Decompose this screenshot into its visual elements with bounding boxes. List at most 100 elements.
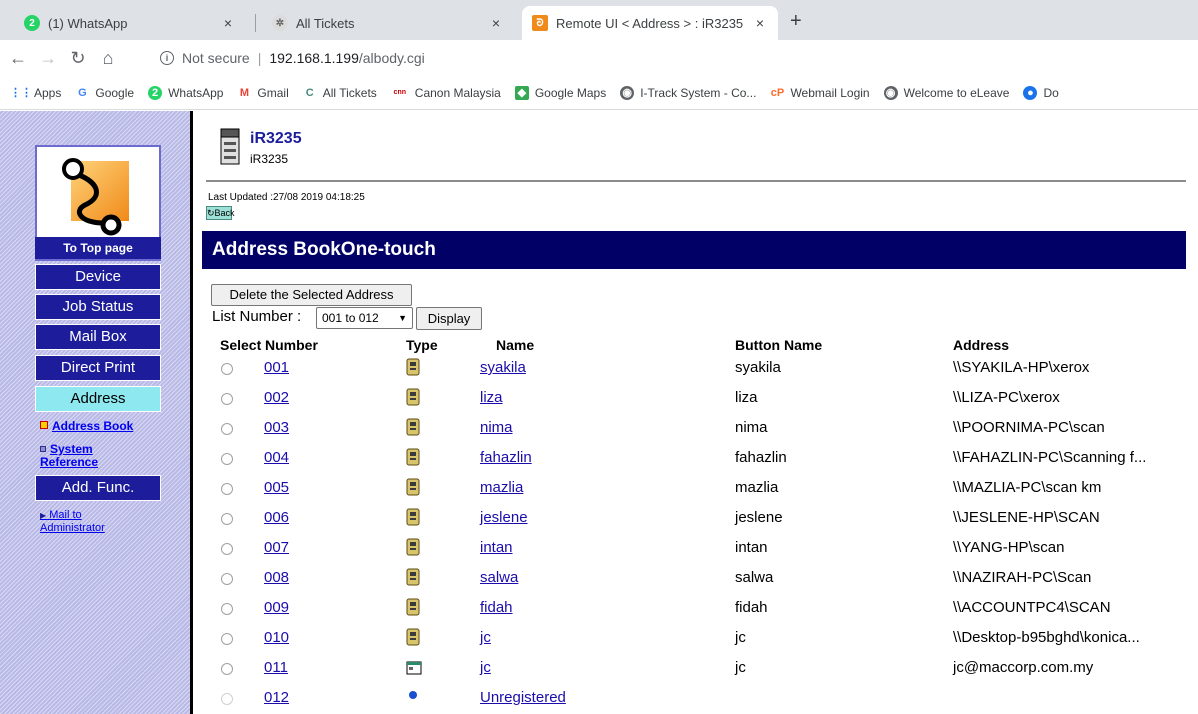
select-radio[interactable] <box>221 393 233 405</box>
tab-all-tickets[interactable]: ✲ All Tickets × <box>262 6 514 40</box>
bookmark-do[interactable]: ● Do <box>1023 85 1059 100</box>
select-radio[interactable] <box>221 633 233 645</box>
table-row: 001 syakila syakila \\SYAKILA-HP\xerox <box>0 353 1198 383</box>
nav-mail-box-button[interactable]: Mail Box <box>35 324 161 350</box>
select-radio[interactable] <box>221 603 233 615</box>
table-row: 009 fidah fidah \\ACCOUNTPC4\SCAN <box>0 593 1198 623</box>
select-radio[interactable] <box>221 663 233 675</box>
number-link[interactable]: 010 <box>264 629 289 646</box>
number-link[interactable]: 011 <box>264 659 288 676</box>
bookmark-whatsapp[interactable]: 2 WhatsApp <box>148 85 224 100</box>
close-icon[interactable]: × <box>752 15 768 31</box>
button-name-cell: liza <box>735 389 758 406</box>
name-link[interactable]: jeslene <box>480 509 528 526</box>
bookmark-all-tickets[interactable]: C All Tickets <box>303 86 377 100</box>
cable-plug-icon <box>62 158 122 236</box>
number-link[interactable]: 009 <box>264 599 289 616</box>
new-tab-button[interactable]: + <box>790 10 802 33</box>
name-link[interactable]: intan <box>480 539 513 556</box>
tab-whatsapp[interactable]: 2 (1) WhatsApp × <box>14 6 246 40</box>
tab-remote-ui[interactable]: ᘐ Remote UI < Address > : iR3235 × <box>522 6 778 40</box>
select-radio[interactable] <box>221 363 233 375</box>
table-row: 011 jc jc jc@maccorp.com.my <box>0 653 1198 683</box>
bookmark-gmail[interactable]: M Gmail <box>237 86 289 100</box>
bookmark-apps[interactable]: ⋮⋮ Apps <box>10 85 62 100</box>
select-radio[interactable] <box>221 453 233 465</box>
table-row: 004 fahazlin fahazlin \\FAHAZLIN-PC\Scannin… <box>0 443 1198 473</box>
display-button[interactable]: Display <box>416 307 482 330</box>
number-link[interactable]: 001 <box>264 359 289 376</box>
bookmark-label: Do <box>1043 85 1059 100</box>
number-link[interactable]: 005 <box>264 479 289 496</box>
number-link[interactable]: 012 <box>264 689 289 706</box>
bookmark-label: WhatsApp <box>168 85 224 100</box>
bookmark-eleave[interactable]: ◉ Welcome to eLeave <box>883 85 1009 100</box>
apps-grid-icon: ⋮⋮ <box>10 87 32 99</box>
name-link[interactable]: liza <box>480 389 503 406</box>
bookmark-webmail[interactable]: cP Webmail Login <box>770 86 870 100</box>
bookmark-label: Canon Malaysia <box>414 85 501 100</box>
nav-device-button[interactable]: Device <box>35 264 161 290</box>
name-link[interactable]: jc <box>480 659 491 676</box>
globe-icon: ◉ <box>883 85 898 100</box>
name-link[interactable]: mazlia <box>480 479 523 496</box>
name-link[interactable]: salwa <box>480 569 518 586</box>
security-label: Not secure <box>182 50 250 66</box>
forward-arrow-icon[interactable]: → <box>36 48 60 69</box>
name-link[interactable]: jc <box>480 629 491 646</box>
close-icon[interactable]: × <box>220 15 236 31</box>
file-server-icon <box>406 358 420 376</box>
home-icon[interactable]: ⌂ <box>96 48 120 69</box>
button-name-cell: jeslene <box>735 509 783 526</box>
select-value: 001 to 012 <box>322 311 379 325</box>
number-link[interactable]: 008 <box>264 569 289 586</box>
file-server-icon <box>406 418 420 436</box>
name-link[interactable]: syakila <box>480 359 526 376</box>
google-icon: G <box>78 86 87 99</box>
list-number-select[interactable]: 001 to 012 ▼ <box>316 307 413 329</box>
table-row: 003 nima nima \\POORNIMA-PC\scan <box>0 413 1198 443</box>
last-updated: Last Updated :27/08 2019 04:18:25 <box>208 192 365 203</box>
address-cell: \\MAZLIA-PC\scan km <box>953 479 1102 496</box>
button-name-cell: intan <box>735 539 768 556</box>
bookmark-canon[interactable]: cnn Canon Malaysia <box>391 86 501 100</box>
number-link[interactable]: 004 <box>264 449 289 466</box>
close-icon[interactable]: × <box>488 15 504 31</box>
device-subtitle: iR3235 <box>250 152 289 166</box>
address-cell: \\LIZA-PC\xerox <box>953 389 1060 406</box>
address-bar[interactable]: i Not secure | 192.168.1.199/albody.cgi <box>160 44 425 72</box>
reload-icon[interactable]: ↻ <box>66 48 90 69</box>
back-arrow-icon[interactable]: ← <box>6 48 30 69</box>
name-link[interactable]: nima <box>480 419 513 436</box>
back-button[interactable]: ↻Back <box>206 206 235 220</box>
address-cell: \\POORNIMA-PC\scan <box>953 419 1105 436</box>
number-link[interactable]: 006 <box>264 509 289 526</box>
device-title: iR3235 <box>250 130 302 147</box>
file-server-icon <box>406 508 420 526</box>
bookmark-label: Apps <box>34 85 62 100</box>
info-icon[interactable]: i <box>160 51 174 65</box>
select-radio[interactable] <box>221 483 233 495</box>
table-row: 002 liza liza \\LIZA-PC\xerox <box>0 383 1198 413</box>
bookmark-label: I-Track System - Co... <box>640 85 757 100</box>
browser-toolbar: ← → ↻ ⌂ i Not secure | 192.168.1.199/alb… <box>0 40 1198 76</box>
name-link[interactable]: Unregistered <box>480 689 566 706</box>
select-radio[interactable] <box>221 573 233 585</box>
select-radio[interactable] <box>221 693 233 705</box>
nav-job-status-button[interactable]: Job Status <box>35 294 161 320</box>
number-link[interactable]: 003 <box>264 419 289 436</box>
number-link[interactable]: 002 <box>264 389 289 406</box>
url-path: /albody.cgi <box>358 50 425 66</box>
delete-selected-address-button[interactable]: Delete the Selected Address <box>211 284 412 306</box>
name-link[interactable]: fidah <box>480 599 513 616</box>
bookmark-google-maps[interactable]: ◆ Google Maps <box>514 85 606 100</box>
name-link[interactable]: fahazlin <box>480 449 532 466</box>
to-top-page-button[interactable]: To Top page <box>35 237 161 259</box>
bookmark-itrack[interactable]: ◉ I-Track System - Co... <box>620 85 757 100</box>
number-link[interactable]: 007 <box>264 539 289 556</box>
select-radio[interactable] <box>221 543 233 555</box>
bookmark-google[interactable]: G Google <box>75 86 134 100</box>
select-radio[interactable] <box>221 423 233 435</box>
select-radio[interactable] <box>221 513 233 525</box>
canon-icon: cnn <box>393 89 406 96</box>
